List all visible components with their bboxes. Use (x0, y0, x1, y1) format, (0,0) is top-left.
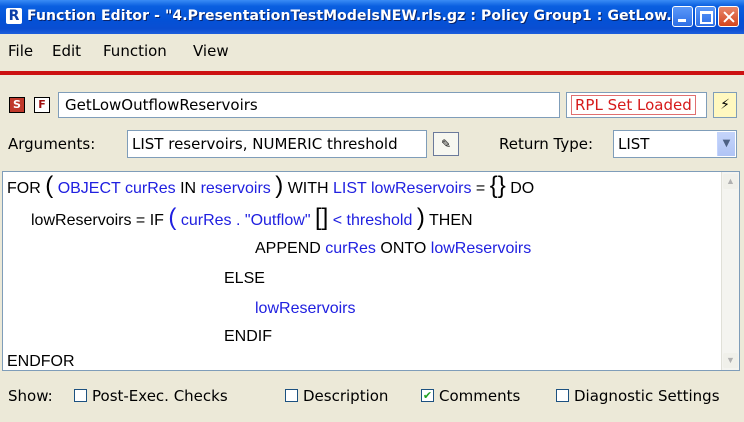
menu-bar: File Edit Function View (0, 34, 744, 70)
code-line-7: ENDFOR (7, 353, 75, 370)
s-icon[interactable]: S (9, 97, 25, 113)
rpl-status-label: RPL Set Loaded (571, 95, 696, 115)
window-title: Function Editor - "4.PresentationTestMod… (27, 8, 683, 24)
comments-label[interactable]: Comments (439, 387, 520, 405)
edit-arguments-icon[interactable]: ✎ (433, 132, 459, 156)
show-label: Show: (8, 387, 53, 405)
diagnostic-settings-label[interactable]: Diagnostic Settings (574, 387, 720, 405)
f-icon[interactable]: F (34, 97, 50, 113)
code-line-3: APPEND curRes ONTO lowReservoirs (255, 240, 532, 257)
minimize-button[interactable] (672, 6, 693, 27)
comments-checkbox[interactable]: ✔ (421, 389, 434, 402)
code-line-4: ELSE (224, 270, 265, 287)
scroll-up-icon[interactable]: ▲ (723, 174, 738, 189)
arguments-value: LIST reservoirs, NUMERIC threshold (132, 135, 398, 153)
rpl-status-button[interactable]: RPL Set Loaded (566, 92, 707, 118)
close-button[interactable] (718, 6, 739, 27)
menu-edit[interactable]: Edit (52, 42, 81, 60)
divider (0, 71, 744, 75)
menu-view[interactable]: View (193, 42, 229, 60)
code-line-6: ENDIF (224, 328, 272, 345)
return-type-label: Return Type: (499, 135, 594, 153)
scroll-down-icon[interactable]: ▼ (723, 353, 738, 368)
menu-file[interactable]: File (8, 42, 33, 60)
chevron-down-icon[interactable]: ▼ (717, 132, 735, 156)
description-label[interactable]: Description (303, 387, 388, 405)
lightning-icon[interactable]: ⚡ (713, 92, 737, 118)
menu-function[interactable]: Function (103, 42, 167, 60)
return-type-value: LIST (618, 135, 650, 153)
vertical-scrollbar[interactable]: ▲ ▼ (721, 172, 739, 370)
code-editor[interactable]: FOR ( OBJECT curRes IN reservoirs ) WITH… (2, 171, 740, 371)
arguments-field[interactable]: LIST reservoirs, NUMERIC threshold (127, 130, 427, 158)
diagnostic-settings-checkbox[interactable] (556, 389, 569, 402)
function-name-field[interactable]: GetLowOutflowReservoirs (58, 92, 560, 118)
code-line-5: lowReservoirs (255, 300, 356, 317)
description-checkbox[interactable] (285, 389, 298, 402)
arguments-label: Arguments: (8, 135, 96, 153)
maximize-button[interactable] (695, 6, 716, 27)
app-icon[interactable]: R (6, 8, 22, 24)
post-exec-checks-checkbox[interactable] (74, 389, 87, 402)
code-line-1: FOR ( OBJECT curRes IN reservoirs ) WITH… (7, 172, 535, 199)
post-exec-checks-label[interactable]: Post-Exec. Checks (92, 387, 228, 405)
code-line-2: lowReservoirs = IF ( curRes . "Outflow" … (31, 204, 473, 231)
title-bar[interactable]: R Function Editor - "4.PresentationTestM… (0, 0, 744, 34)
return-type-select[interactable]: LIST ▼ (613, 130, 737, 158)
